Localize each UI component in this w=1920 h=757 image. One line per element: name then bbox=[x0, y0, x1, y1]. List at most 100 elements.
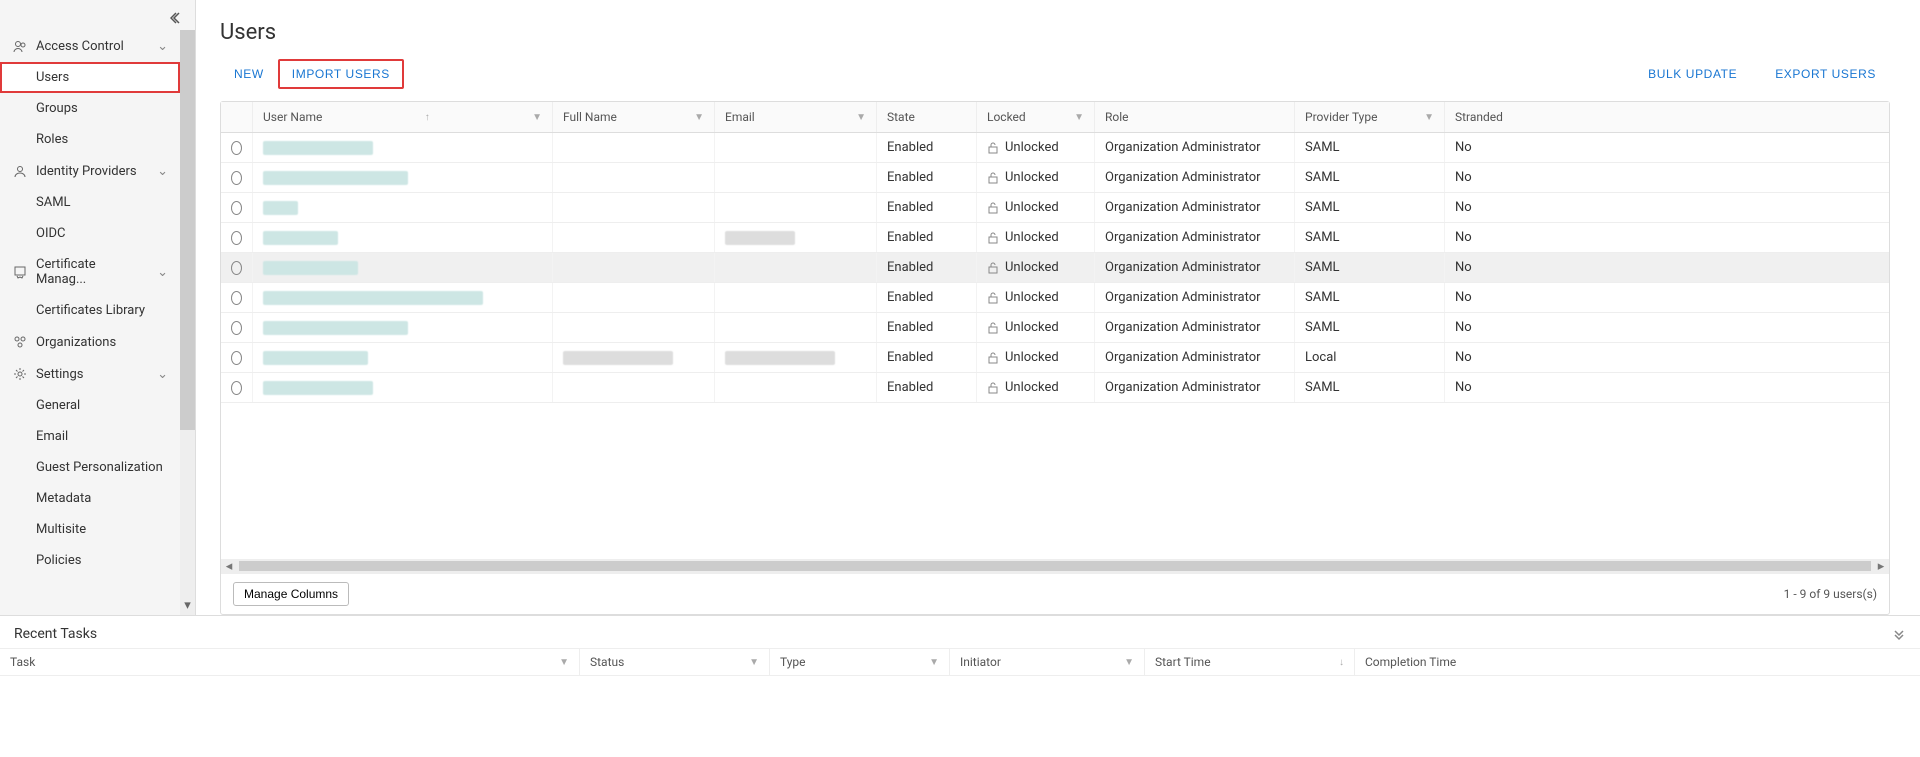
row-radio[interactable] bbox=[231, 291, 242, 305]
export-users-button[interactable]: EXPORT USERS bbox=[1761, 59, 1890, 89]
new-button[interactable]: NEW bbox=[220, 59, 278, 89]
sort-icon[interactable]: ↓ bbox=[1339, 657, 1344, 668]
sidebar-item-metadata[interactable]: Metadata bbox=[0, 483, 180, 514]
nav-identity-providers[interactable]: Identity Providers ⌄ bbox=[0, 155, 180, 187]
unlock-icon bbox=[987, 142, 999, 154]
sidebar-item-oidc[interactable]: OIDC bbox=[0, 218, 180, 249]
row-radio[interactable] bbox=[231, 141, 242, 155]
column-username[interactable]: User Name ↑ ▼ bbox=[253, 102, 553, 132]
filter-icon[interactable]: ▼ bbox=[856, 112, 866, 123]
column-label: Start Time bbox=[1155, 655, 1211, 669]
filter-icon[interactable]: ▼ bbox=[694, 112, 704, 123]
redacted-username bbox=[263, 351, 368, 365]
column-state[interactable]: State bbox=[877, 102, 977, 132]
sidebar-collapse-button[interactable] bbox=[167, 8, 187, 28]
users-grid: User Name ↑ ▼ Full Name ▼ Email ▼ State … bbox=[220, 101, 1890, 615]
scroll-left-icon[interactable]: ◂ bbox=[221, 559, 237, 573]
filter-icon[interactable]: ▼ bbox=[749, 657, 759, 668]
row-radio[interactable] bbox=[231, 381, 242, 395]
scroll-right-icon[interactable]: ▸ bbox=[1873, 559, 1889, 573]
sidebar-item-users[interactable]: Users bbox=[0, 62, 180, 93]
pagination-info: 1 - 9 of 9 users(s) bbox=[1784, 587, 1877, 601]
sidebar-item-saml[interactable]: SAML bbox=[0, 187, 180, 218]
nav-organizations[interactable]: Organizations bbox=[0, 326, 180, 358]
filter-icon[interactable]: ▼ bbox=[1424, 112, 1434, 123]
table-row[interactable]: EnabledUnlockedOrganization Administrato… bbox=[221, 343, 1889, 373]
cell-state: Enabled bbox=[877, 223, 977, 252]
nav-access-control[interactable]: Access Control ⌄ bbox=[0, 30, 180, 62]
sort-asc-icon[interactable]: ↑ bbox=[425, 112, 430, 123]
sidebar-item-cert-library[interactable]: Certificates Library bbox=[0, 295, 180, 326]
sidebar-item-groups[interactable]: Groups bbox=[0, 93, 180, 124]
column-label: Stranded bbox=[1455, 110, 1503, 124]
sidebar-scrollbar[interactable] bbox=[180, 30, 195, 595]
column-locked[interactable]: Locked ▼ bbox=[977, 102, 1095, 132]
sidebar-scroll-down[interactable]: ▾ bbox=[180, 595, 195, 615]
cell-provider: SAML bbox=[1295, 163, 1445, 192]
table-row[interactable]: EnabledUnlockedOrganization Administrato… bbox=[221, 193, 1889, 223]
scroll-thumb[interactable] bbox=[239, 561, 1871, 571]
cell-stranded: No bbox=[1445, 343, 1889, 372]
cell-locked: Unlocked bbox=[1005, 200, 1059, 215]
row-radio[interactable] bbox=[231, 231, 242, 245]
filter-icon[interactable]: ▼ bbox=[559, 657, 569, 668]
tasks-column-completion-time[interactable]: Completion Time bbox=[1355, 649, 1920, 675]
column-label: Locked bbox=[987, 110, 1026, 124]
row-radio[interactable] bbox=[231, 201, 242, 215]
tasks-collapse-icon[interactable] bbox=[1892, 627, 1906, 641]
table-row[interactable]: EnabledUnlockedOrganization Administrato… bbox=[221, 283, 1889, 313]
nav-settings[interactable]: Settings ⌄ bbox=[0, 358, 180, 390]
unlock-icon bbox=[987, 322, 999, 334]
column-role[interactable]: Role bbox=[1095, 102, 1295, 132]
table-row[interactable]: EnabledUnlockedOrganization Administrato… bbox=[221, 313, 1889, 343]
column-stranded[interactable]: Stranded bbox=[1445, 102, 1889, 132]
column-label: Type bbox=[780, 655, 806, 669]
column-label: Email bbox=[725, 110, 755, 124]
table-row[interactable]: EnabledUnlockedOrganization Administrato… bbox=[221, 223, 1889, 253]
cell-provider: SAML bbox=[1295, 193, 1445, 222]
table-row[interactable]: EnabledUnlockedOrganization Administrato… bbox=[221, 133, 1889, 163]
redacted-username bbox=[263, 171, 408, 185]
column-email[interactable]: Email ▼ bbox=[715, 102, 877, 132]
grid-header: User Name ↑ ▼ Full Name ▼ Email ▼ State … bbox=[221, 102, 1889, 133]
import-users-button[interactable]: IMPORT USERS bbox=[278, 59, 404, 89]
column-provider-type[interactable]: Provider Type ▼ bbox=[1295, 102, 1445, 132]
tasks-column-start-time[interactable]: Start Time ↓ bbox=[1145, 649, 1355, 675]
row-radio[interactable] bbox=[231, 321, 242, 335]
table-row[interactable]: EnabledUnlockedOrganization Administrato… bbox=[221, 253, 1889, 283]
tasks-column-initiator[interactable]: Initiator ▼ bbox=[950, 649, 1145, 675]
unlock-icon bbox=[987, 382, 999, 394]
cell-role: Organization Administrator bbox=[1095, 313, 1295, 342]
sidebar-item-multisite[interactable]: Multisite bbox=[0, 514, 180, 545]
sidebar-item-roles[interactable]: Roles bbox=[0, 124, 180, 155]
filter-icon[interactable]: ▼ bbox=[1124, 657, 1134, 668]
manage-columns-button[interactable]: Manage Columns bbox=[233, 582, 349, 606]
tasks-column-status[interactable]: Status ▼ bbox=[580, 649, 770, 675]
tasks-column-type[interactable]: Type ▼ bbox=[770, 649, 950, 675]
cell-stranded: No bbox=[1445, 253, 1889, 282]
cell-state: Enabled bbox=[877, 313, 977, 342]
sidebar-item-email[interactable]: Email bbox=[0, 421, 180, 452]
row-radio[interactable] bbox=[231, 351, 242, 365]
table-row[interactable]: EnabledUnlockedOrganization Administrato… bbox=[221, 373, 1889, 403]
filter-icon[interactable]: ▼ bbox=[1074, 112, 1084, 123]
cell-state: Enabled bbox=[877, 133, 977, 162]
filter-icon[interactable]: ▼ bbox=[532, 112, 542, 123]
tasks-column-task[interactable]: Task ▼ bbox=[0, 649, 580, 675]
filter-icon[interactable]: ▼ bbox=[929, 657, 939, 668]
row-radio[interactable] bbox=[231, 171, 242, 185]
sidebar-item-general[interactable]: General bbox=[0, 390, 180, 421]
sidebar-item-policies[interactable]: Policies bbox=[0, 545, 180, 576]
column-fullname[interactable]: Full Name ▼ bbox=[553, 102, 715, 132]
cell-state: Enabled bbox=[877, 163, 977, 192]
horizontal-scrollbar[interactable]: ◂ ▸ bbox=[221, 559, 1889, 573]
sidebar-item-guest-personalization[interactable]: Guest Personalization bbox=[0, 452, 180, 483]
nav-certificate-management[interactable]: Certificate Manag... ⌄ bbox=[0, 249, 180, 295]
cell-stranded: No bbox=[1445, 313, 1889, 342]
row-radio[interactable] bbox=[231, 261, 242, 275]
unlock-icon bbox=[987, 262, 999, 274]
table-row[interactable]: EnabledUnlockedOrganization Administrato… bbox=[221, 163, 1889, 193]
people-icon bbox=[12, 38, 28, 54]
chevron-down-icon: ⌄ bbox=[157, 265, 168, 280]
bulk-update-button[interactable]: BULK UPDATE bbox=[1634, 59, 1751, 89]
